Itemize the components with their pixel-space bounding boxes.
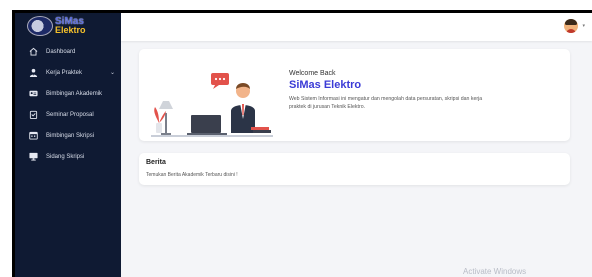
caret-down-icon[interactable]: ▾ bbox=[582, 23, 585, 29]
welcome-description: Web Sistem Informasi ini mengatur dan me… bbox=[289, 96, 483, 110]
sidebar-item-label: Bimbingan Akademik bbox=[46, 90, 103, 97]
news-card: Berita Temukan Berita Akademik Terbaru d… bbox=[139, 153, 570, 185]
screen-frame: SiMas Elektro Dashboard Kerja Praktek ⌄ bbox=[0, 0, 592, 277]
id-card-icon bbox=[29, 89, 38, 98]
sidebar-item-label: Sidang Skripsi bbox=[46, 153, 85, 160]
welcome-card: Welcome Back SiMas Elektro Web Sistem In… bbox=[139, 49, 570, 141]
calendar-icon bbox=[29, 131, 38, 140]
brand-line2: Elektro bbox=[55, 25, 86, 35]
sidebar-item-kerja-praktek[interactable]: Kerja Praktek ⌄ bbox=[15, 62, 121, 83]
sidebar-item-label: Kerja Praktek bbox=[46, 69, 83, 76]
avatar-body bbox=[566, 29, 576, 33]
clipboard-icon bbox=[29, 110, 38, 119]
chevron-down-icon: ⌄ bbox=[109, 70, 115, 76]
sidebar-item-label: Seminar Proposal bbox=[46, 111, 94, 118]
welcome-text: Welcome Back SiMas Elektro Web Sistem In… bbox=[289, 70, 559, 111]
sidebar-nav: Dashboard Kerja Praktek ⌄ Bimbingan Akad… bbox=[15, 41, 121, 167]
sidebar-item-label: Bimbingan Skripsi bbox=[46, 132, 95, 139]
sidebar-item-sidang-skripsi[interactable]: Sidang Skripsi bbox=[15, 146, 121, 167]
avatar-hair bbox=[565, 19, 577, 25]
sidebar-item-label: Dashboard bbox=[46, 48, 76, 55]
activate-windows-watermark: Activate Windows bbox=[463, 267, 527, 276]
welcome-greeting: Welcome Back bbox=[289, 70, 336, 77]
sidebar-item-seminar-proposal[interactable]: Seminar Proposal bbox=[15, 104, 121, 125]
welcome-illustration bbox=[151, 73, 273, 137]
sidebar: SiMas Elektro Dashboard Kerja Praktek ⌄ bbox=[15, 13, 121, 277]
sidebar-item-bimbingan-akademik[interactable]: Bimbingan Akademik bbox=[15, 83, 121, 104]
brand-logo[interactable]: SiMas Elektro bbox=[27, 13, 117, 39]
top-navbar: ▾ bbox=[121, 13, 592, 41]
news-subtitle: Temukan Berita Akademik Terbaru disini ! bbox=[146, 172, 238, 178]
sidebar-item-dashboard[interactable]: Dashboard bbox=[15, 41, 121, 62]
app-title: SiMas Elektro bbox=[289, 79, 362, 91]
brand-text: SiMas Elektro bbox=[55, 17, 86, 35]
sidebar-item-bimbingan-skripsi[interactable]: Bimbingan Skripsi bbox=[15, 125, 121, 146]
news-title: Berita bbox=[146, 159, 166, 166]
logo-icon bbox=[27, 16, 53, 36]
monitor-icon bbox=[29, 152, 38, 161]
user-tie-icon bbox=[29, 68, 38, 77]
home-icon bbox=[29, 47, 38, 56]
app-window: SiMas Elektro Dashboard Kerja Praktek ⌄ bbox=[15, 13, 592, 277]
user-avatar[interactable] bbox=[564, 19, 578, 33]
